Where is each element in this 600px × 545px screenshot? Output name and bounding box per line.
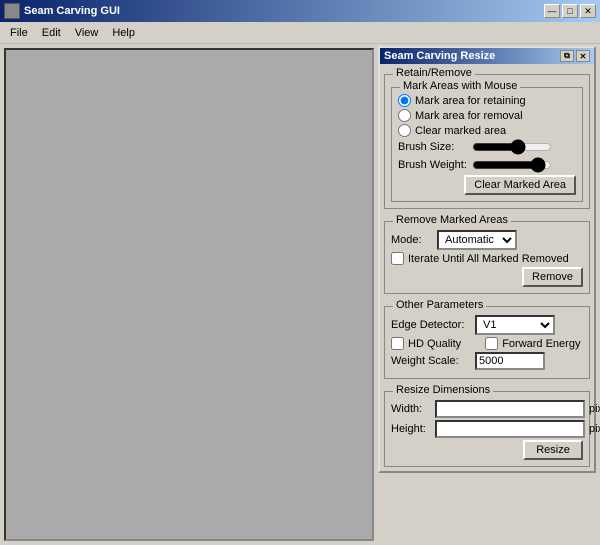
weight-scale-label: Weight Scale: — [391, 355, 471, 367]
quality-row: HD Quality Forward Energy — [391, 337, 583, 350]
edge-detector-label: Edge Detector: — [391, 319, 471, 331]
clear-marked-area-button[interactable]: Clear Marked Area — [464, 175, 576, 195]
app-title: Seam Carving GUI — [24, 5, 120, 17]
radio-clear[interactable] — [398, 124, 411, 137]
panel-title-controls: ⧉ ✕ — [560, 50, 590, 62]
retain-remove-group: Retain/Remove Mark Areas with Mouse Mark… — [384, 74, 590, 209]
close-button[interactable]: ✕ — [580, 4, 596, 18]
radio-removal-label: Mark area for removal — [415, 110, 523, 122]
resize-dimensions-legend: Resize Dimensions — [393, 384, 493, 396]
title-bar: Seam Carving GUI — □ ✕ — [0, 0, 600, 22]
title-bar-left: Seam Carving GUI — [4, 3, 120, 19]
maximize-button[interactable]: □ — [562, 4, 578, 18]
radio-retain-row: Mark area for retaining — [398, 94, 576, 107]
mode-label: Mode: — [391, 234, 431, 246]
iterate-checkbox[interactable] — [391, 252, 404, 265]
width-label: Width: — [391, 403, 431, 415]
radio-removal[interactable] — [398, 109, 411, 122]
brush-weight-slider[interactable] — [472, 157, 552, 173]
radio-clear-label: Clear marked area — [415, 125, 506, 137]
height-label: Height: — [391, 423, 431, 435]
panel-close-button[interactable]: ✕ — [576, 50, 590, 62]
canvas-area[interactable] — [4, 48, 374, 541]
menu-help[interactable]: Help — [106, 25, 141, 41]
weight-scale-row: Weight Scale: — [391, 352, 583, 370]
weight-scale-input[interactable] — [475, 352, 545, 370]
title-bar-controls: — □ ✕ — [544, 4, 596, 18]
remove-marked-legend: Remove Marked Areas — [393, 214, 511, 226]
panel-title: Seam Carving Resize — [384, 50, 495, 62]
mark-areas-group: Mark Areas with Mouse Mark area for reta… — [391, 87, 583, 202]
width-unit: pixels — [589, 403, 600, 415]
brush-size-slider[interactable] — [472, 139, 552, 155]
remove-button-row: Remove — [391, 267, 583, 287]
panel-restore-button[interactable]: ⧉ — [560, 50, 574, 62]
brush-size-label: Brush Size: — [398, 141, 468, 153]
iterate-label: Iterate Until All Marked Removed — [408, 253, 569, 265]
mode-select[interactable]: Automatic Manual Custom — [437, 230, 517, 250]
mark-areas-legend: Mark Areas with Mouse — [400, 80, 520, 92]
height-unit: pixels — [589, 423, 600, 435]
brush-size-row: Brush Size: — [398, 139, 576, 155]
radio-clear-row: Clear marked area — [398, 124, 576, 137]
menu-view[interactable]: View — [69, 25, 105, 41]
forward-energy-checkbox[interactable] — [485, 337, 498, 350]
other-params-group: Other Parameters Edge Detector: V1 V2 So… — [384, 306, 590, 379]
panel-window: Seam Carving Resize ⧉ ✕ Retain/Remove Ma… — [378, 46, 596, 473]
minimize-button[interactable]: — — [544, 4, 560, 18]
edge-detector-select[interactable]: V1 V2 Sobel — [475, 315, 555, 335]
width-row: Width: pixels — [391, 400, 583, 418]
mode-row: Mode: Automatic Manual Custom — [391, 230, 583, 250]
clear-button-row: Clear Marked Area — [398, 175, 576, 195]
width-input[interactable] — [435, 400, 585, 418]
remove-marked-group: Remove Marked Areas Mode: Automatic Manu… — [384, 221, 590, 294]
radio-removal-row: Mark area for removal — [398, 109, 576, 122]
remove-button[interactable]: Remove — [522, 267, 583, 287]
resize-button[interactable]: Resize — [523, 440, 583, 460]
panel-title-bar: Seam Carving Resize ⧉ ✕ — [380, 48, 594, 64]
forward-energy-label: Forward Energy — [502, 338, 580, 350]
height-input[interactable] — [435, 420, 585, 438]
resize-dimensions-group: Resize Dimensions Width: pixels Height: … — [384, 391, 590, 467]
radio-retain-label: Mark area for retaining — [415, 95, 526, 107]
app-icon — [4, 3, 20, 19]
iterate-checkbox-row: Iterate Until All Marked Removed — [391, 252, 583, 265]
right-panel: Seam Carving Resize ⧉ ✕ Retain/Remove Ma… — [378, 44, 600, 545]
brush-weight-label: Brush Weight: — [398, 159, 468, 171]
main-layout: Seam Carving Resize ⧉ ✕ Retain/Remove Ma… — [0, 44, 600, 545]
menu-file[interactable]: File — [4, 25, 34, 41]
menu-bar: File Edit View Help — [0, 22, 600, 44]
radio-retain[interactable] — [398, 94, 411, 107]
retain-remove-legend: Retain/Remove — [393, 67, 475, 79]
panel-content: Retain/Remove Mark Areas with Mouse Mark… — [380, 64, 594, 471]
height-row: Height: pixels — [391, 420, 583, 438]
hd-quality-label: HD Quality — [408, 338, 461, 350]
resize-button-row: Resize — [391, 440, 583, 460]
edge-detector-row: Edge Detector: V1 V2 Sobel — [391, 315, 583, 335]
other-params-legend: Other Parameters — [393, 299, 486, 311]
brush-weight-row: Brush Weight: — [398, 157, 576, 173]
hd-quality-checkbox[interactable] — [391, 337, 404, 350]
menu-edit[interactable]: Edit — [36, 25, 67, 41]
